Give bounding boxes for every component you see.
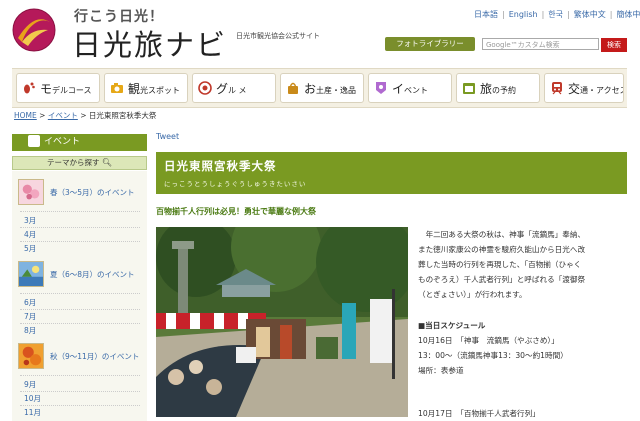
lang-korean[interactable]: 한국 [548, 9, 563, 20]
schedule-line: 場所：表参道 [418, 366, 464, 375]
site-title[interactable]: 日光旅ナビ [72, 22, 227, 64]
season-spring-label[interactable]: 春（3～5月）のイベント [50, 187, 135, 198]
page-title-reading: にっこうとうしょうぐうしゅうきたいさい [164, 180, 307, 188]
schedule-next-day: 10月17日 「百物揃千人武者行列」 [418, 409, 540, 418]
lang-japanese[interactable]: 日本語 [474, 9, 498, 20]
nav-event[interactable]: イベント [368, 73, 452, 103]
nav-reservation[interactable]: 旅の予約 [456, 73, 540, 103]
month-link-october[interactable]: 10月 [24, 393, 41, 404]
month-link-june[interactable]: 6月 [24, 297, 36, 308]
camera-icon [109, 80, 125, 96]
nav-gourmet[interactable]: グル メ [192, 73, 276, 103]
season-autumn-label[interactable]: 秋（9～11月）のイベント [50, 351, 139, 362]
autumn-thumbnail [18, 343, 44, 369]
event-icon [28, 134, 40, 147]
breadcrumb-current: 日光東照宮秋季大祭 [88, 111, 157, 120]
search-icon: 🔍︎ [101, 158, 113, 167]
month-link-july[interactable]: 7月 [24, 311, 36, 322]
spring-thumbnail [18, 179, 44, 205]
lead-text: 百物揃千人行列は必見！勇壮で華麗な例大祭 [156, 207, 316, 216]
search-button[interactable]: 検索 [601, 38, 627, 52]
lang-english[interactable]: English [509, 10, 538, 19]
nav-sightseeing[interactable]: 観光スポット [104, 73, 188, 103]
lang-simplified-chinese[interactable]: 簡体中文 [616, 9, 640, 20]
season-summer[interactable]: 夏（6～8月）のイベント [18, 261, 143, 289]
breadcrumb-home[interactable]: HOME [14, 111, 37, 120]
reservation-icon [461, 80, 477, 96]
month-link-august[interactable]: 8月 [24, 325, 36, 336]
tweet-button[interactable]: Tweet [156, 132, 179, 141]
summer-thumbnail [18, 261, 44, 287]
site-subtitle: 日光市観光協会公式サイト [236, 32, 320, 40]
month-link-march[interactable]: 3月 [24, 215, 36, 226]
bag-icon [285, 80, 301, 96]
theme-search-button[interactable]: テーマから探す 🔍︎ [12, 156, 147, 170]
global-nav: モデルコース 観光スポット グル メ お土産・逸品 イベント 旅の予約 交通・ア… [12, 68, 627, 108]
logo-icon[interactable] [12, 8, 56, 52]
month-link-september[interactable]: 9月 [24, 379, 36, 390]
nav-souvenir[interactable]: お土産・逸品 [280, 73, 364, 103]
footprint-icon [21, 80, 37, 96]
gourmet-icon [197, 80, 213, 96]
photo-library-button[interactable]: フォトライブラリー [385, 37, 475, 51]
breadcrumb-event[interactable]: イベント [48, 111, 78, 120]
lang-traditional-chinese[interactable]: 繁体中文 [574, 9, 606, 20]
month-link-november[interactable]: 11月 [24, 407, 41, 418]
sidebar-event-list: 春（3～5月）のイベント 3月 4月 5月 夏（6～8月）のイベント 6月 7月… [12, 171, 147, 421]
schedule-heading: ■当日スケジュール [418, 321, 486, 330]
month-link-april[interactable]: 4月 [24, 229, 36, 240]
article-body: 年二回ある大祭の秋は、神事「流鏑馬」奉納、 また徳川家康公の神霊を駿府久能山から… [418, 230, 586, 299]
season-autumn[interactable]: 秋（9～11月）のイベント [18, 343, 143, 371]
festival-photo [156, 227, 408, 417]
train-icon [549, 80, 565, 96]
language-bar: 日本語| English| 한국| 繁体中文| 簡体中文 [474, 9, 640, 20]
season-spring[interactable]: 春（3～5月）のイベント [18, 179, 143, 207]
breadcrumb: HOME > イベント > 日光東照宮秋季大祭 [14, 111, 157, 120]
schedule-line: 13：00～（流鏑馬神事13：30～約1時間） [418, 351, 568, 360]
nav-model-course[interactable]: モデルコース [16, 73, 100, 103]
sidebar-title: イベント [12, 134, 147, 151]
season-summer-label[interactable]: 夏（6～8月）のイベント [50, 269, 135, 280]
month-link-may[interactable]: 5月 [24, 243, 36, 254]
event-icon [373, 80, 389, 96]
schedule-line: 10月16日 「神事 流鏑馬（やぶさめ）」 [418, 336, 559, 345]
search-input[interactable]: Google™カスタム検索 [482, 38, 599, 50]
nav-access[interactable]: 交通・アクセス [544, 73, 624, 103]
site-header: 行こう日光！ 日光旅ナビ 日光市観光協会公式サイト 日本語 | English | … [0, 0, 640, 66]
page-title: 日光東照宮秋季大祭 [164, 159, 277, 173]
page-title-bar: 日光東照宮秋季大祭 にっこうとうしょうぐうしゅうきたいさい [156, 152, 627, 194]
